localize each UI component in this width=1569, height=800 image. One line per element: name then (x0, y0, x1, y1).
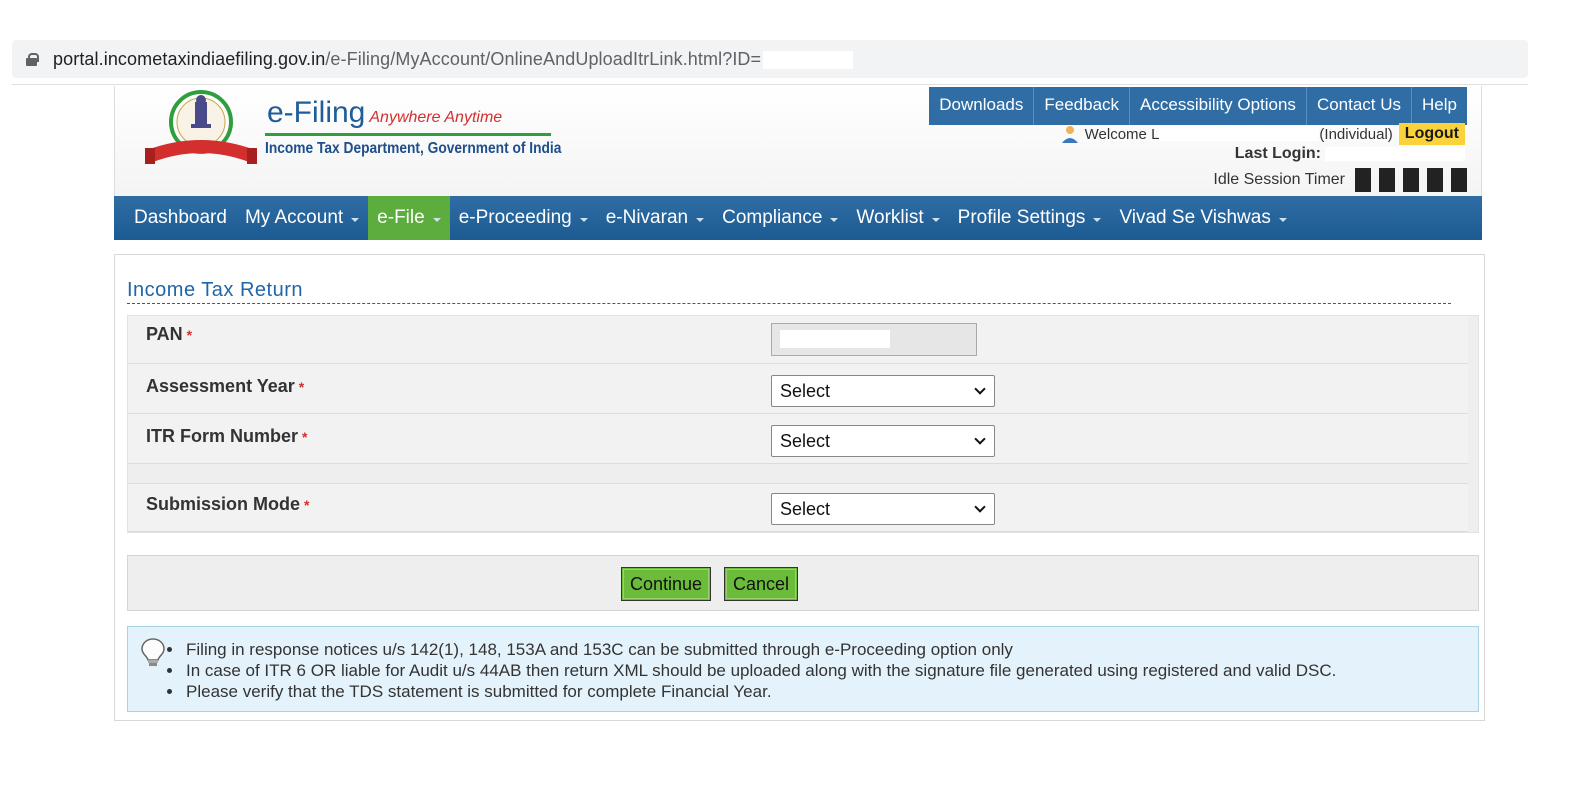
nav-item-vivad-se-vishwas[interactable]: Vivad Se Vishwas (1110, 196, 1295, 240)
page-container: e-Filing Anywhere Anytime Income Tax Depa… (114, 86, 1482, 240)
assessment-year-select[interactable]: Select (771, 375, 995, 407)
site-header: e-Filing Anywhere Anytime Income Tax Depa… (114, 86, 1482, 196)
caret-down-icon (931, 217, 940, 222)
form-spacer (128, 464, 1468, 484)
itr-form-row: ITR Form Number * Select (128, 414, 1468, 464)
top-link-downloads[interactable]: Downloads (929, 87, 1035, 125)
caret-down-icon (696, 217, 705, 222)
nav-item-profile-settings[interactable]: Profile Settings (949, 196, 1111, 240)
idle-timer-digits (1355, 168, 1467, 192)
info-box: Filing in response notices u/s 142(1), 1… (127, 626, 1479, 712)
info-note: Please verify that the TDS statement is … (184, 681, 1336, 702)
nav-item-label: Worklist (856, 207, 924, 228)
redacted-pan (780, 330, 890, 348)
idle-session-timer: Idle Session Timer (1213, 168, 1467, 192)
itr-form: PAN * Assessment Year * Select ITR Form Nu… (127, 315, 1479, 533)
required-mark: * (304, 497, 310, 513)
caret-down-icon (1278, 217, 1287, 222)
address-bar[interactable]: portal.incometaxindiaefiling.gov.in/e-Fi… (12, 40, 1528, 78)
redacted-username (1159, 127, 1320, 141)
address-bar-divider (12, 84, 1528, 85)
nav-item-my-account[interactable]: My Account (236, 196, 368, 240)
nav-item-label: My Account (244, 207, 344, 228)
nav-item-label: Compliance (722, 207, 823, 228)
site-tagline: Anywhere Anytime (369, 109, 503, 126)
itr-form-label: ITR Form Number * (146, 426, 308, 446)
section-title: Income Tax Return (127, 279, 303, 301)
top-links: Downloads Feedback Accessibility Options… (929, 87, 1467, 125)
chevron-down-icon (974, 383, 986, 395)
idle-timer-label: Idle Session Timer (1213, 171, 1345, 188)
url-host: portal.incometaxindiaefiling.gov.in (53, 48, 326, 69)
caret-down-icon (830, 217, 839, 222)
form-actions: Continue Cancel (127, 555, 1479, 611)
welcome-text: Welcome L (1084, 125, 1160, 143)
chevron-down-icon (974, 501, 986, 513)
lock-icon (26, 53, 39, 66)
info-note: In case of ITR 6 OR liable for Audit u/s… (184, 660, 1336, 681)
nav-item-dashboard[interactable]: Dashboard (125, 196, 236, 240)
assessment-year-label: Assessment Year * (146, 376, 305, 396)
pan-row: PAN * (128, 316, 1468, 364)
submission-mode-select[interactable]: Select (771, 493, 995, 525)
nav-item-label: e-Nivaran (605, 207, 689, 228)
nav-item-e-proceeding[interactable]: e-Proceeding (450, 196, 597, 240)
cancel-button[interactable]: Cancel (724, 567, 799, 601)
info-list: Filing in response notices u/s 142(1), 1… (184, 639, 1336, 702)
caret-down-icon (432, 217, 441, 222)
top-link-accessibility[interactable]: Accessibility Options (1130, 87, 1307, 125)
pan-field (771, 323, 977, 356)
income-tax-emblem-icon (145, 90, 257, 164)
nav-item-label: Profile Settings (957, 207, 1086, 228)
required-mark: * (186, 327, 193, 343)
brand-underline (265, 133, 551, 136)
pan-label: PAN * (146, 324, 193, 344)
itr-panel: Income Tax Return PAN * Assessment Year * … (114, 254, 1485, 721)
submission-mode-row: Submission Mode * Select (128, 484, 1468, 532)
user-icon (1061, 126, 1078, 143)
chevron-down-icon (974, 433, 986, 445)
nav-item-label: e-Proceeding (458, 207, 572, 228)
nav-item-e-nivaran[interactable]: e-Nivaran (597, 196, 713, 240)
user-type: (Individual) (1319, 125, 1393, 143)
url-path: /e-Filing/MyAccount/OnlineAndUploadItrLi… (325, 48, 762, 69)
last-login: Last Login: (1235, 145, 1465, 163)
nav-item-e-file[interactable]: e-File (368, 196, 450, 240)
required-mark: * (298, 379, 305, 395)
site-title-text: e-Filing (267, 96, 366, 129)
nav-item-compliance[interactable]: Compliance (713, 196, 847, 240)
url-text[interactable]: portal.incometaxindiaefiling.gov.in/e-Fi… (53, 48, 854, 70)
assessment-year-row: Assessment Year * Select (128, 364, 1468, 414)
site-title: e-Filing Anywhere Anytime (267, 96, 502, 130)
last-login-label: Last Login: (1234, 145, 1321, 162)
submission-mode-label: Submission Mode * (146, 494, 310, 514)
top-link-contact-us[interactable]: Contact Us (1307, 87, 1413, 125)
welcome-bar: Welcome L (Individual) Logout (1061, 123, 1465, 145)
caret-down-icon (1093, 217, 1102, 222)
caret-down-icon (351, 217, 360, 222)
itr-form-select[interactable]: Select (771, 425, 995, 457)
nav-item-label: Vivad Se Vishwas (1119, 207, 1271, 228)
redacted-last-login (1325, 147, 1465, 161)
main-nav: Dashboard My Account e-File e-Proceeding e-N… (114, 196, 1482, 240)
top-link-feedback[interactable]: Feedback (1034, 87, 1131, 125)
site-subtitle: Income Tax Department, Government of Ind… (265, 140, 562, 157)
redacted-id (763, 50, 854, 69)
continue-button[interactable]: Continue (621, 567, 712, 601)
top-link-help[interactable]: Help (1412, 87, 1467, 125)
required-mark: * (302, 429, 308, 445)
lightbulb-icon (141, 638, 165, 666)
nav-item-label: e-File (377, 207, 425, 228)
section-divider (127, 303, 1451, 304)
logout-button[interactable]: Logout (1398, 123, 1465, 145)
info-note: Filing in response notices u/s 142(1), 1… (184, 639, 1336, 660)
nav-item-label: Dashboard (134, 207, 227, 228)
caret-down-icon (579, 217, 588, 222)
nav-item-worklist[interactable]: Worklist (847, 196, 948, 240)
